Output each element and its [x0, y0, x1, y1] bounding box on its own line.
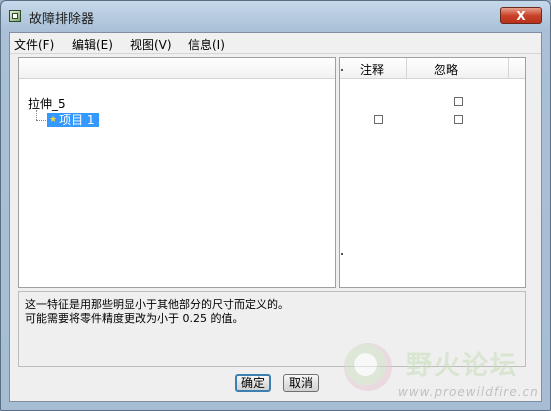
- watermark-url: www.proewildfire.cn: [398, 385, 539, 399]
- feature-star-icon: ★: [49, 115, 58, 125]
- title-bar[interactable]: 故障排除器 X: [1, 1, 550, 31]
- grid-header: 注释 忽略: [340, 58, 525, 79]
- watermark-text: 野火论坛: [406, 351, 519, 381]
- column-separator: [508, 58, 509, 78]
- forum-watermark: 野火论坛 www.proewildfire.cn: [338, 341, 550, 409]
- ok-button[interactable]: 确定: [235, 374, 271, 392]
- message-line-2: 可能需要将零件精度更改为小于 0.25 的值。: [25, 312, 244, 325]
- root-ignore-checkbox[interactable]: [454, 97, 463, 106]
- options-grid-pane[interactable]: 注释 忽略: [339, 57, 526, 288]
- close-button[interactable]: X: [500, 7, 542, 24]
- menu-view[interactable]: 视图(V): [130, 36, 172, 53]
- tree-connector-horizontal: [36, 120, 46, 121]
- tree-connector-vertical: [36, 110, 37, 120]
- watermark-logo-icon: [344, 343, 392, 391]
- cancel-button[interactable]: 取消: [283, 374, 319, 392]
- menu-edit[interactable]: 编辑(E): [72, 36, 113, 53]
- tree-item-root[interactable]: 拉伸_5: [28, 95, 66, 112]
- tree-header: [19, 58, 335, 79]
- pane-splitter-dot: [341, 253, 343, 255]
- child-note-checkbox[interactable]: [374, 115, 383, 124]
- column-separator: [406, 58, 407, 78]
- menu-info[interactable]: 信息(I): [188, 36, 225, 53]
- tree-item-child-label: 项目 1: [59, 113, 95, 127]
- column-header-ignore[interactable]: 忽略: [434, 61, 458, 78]
- column-header-note[interactable]: 注释: [360, 61, 384, 78]
- child-ignore-checkbox[interactable]: [454, 115, 463, 124]
- tree-item-child-selected[interactable]: ★ 项目 1: [47, 113, 99, 127]
- pane-splitter-dot: [341, 69, 343, 71]
- feature-tree-pane[interactable]: [18, 57, 336, 288]
- app-icon: [9, 10, 21, 22]
- menu-bar: 文件(F) 编辑(E) 视图(V) 信息(I): [10, 33, 541, 54]
- window-title: 故障排除器: [29, 12, 95, 27]
- troubleshooter-window: 故障排除器 X 文件(F) 编辑(E) 视图(V) 信息(I) 拉伸_5 ★ 项…: [0, 0, 551, 411]
- menu-file[interactable]: 文件(F): [14, 36, 54, 53]
